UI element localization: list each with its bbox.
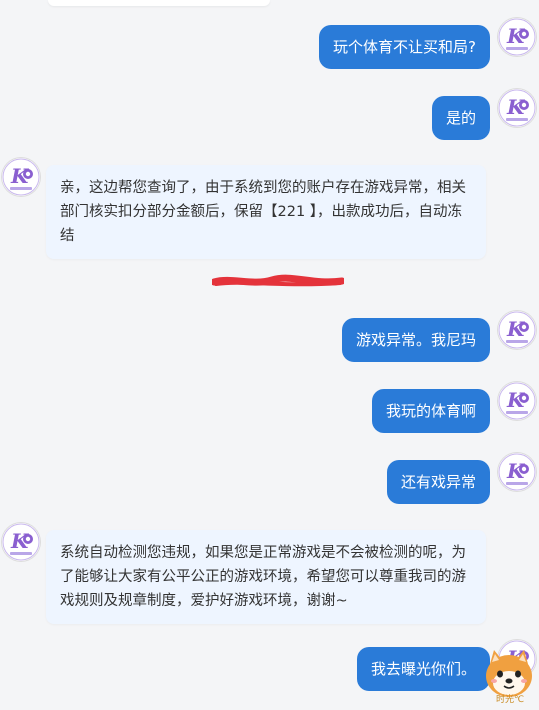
agent-avatar[interactable]: K (498, 18, 536, 56)
k-logo-icon: K (498, 382, 536, 420)
outgoing-message-bubble[interactable]: 我去曝光你们。 (356, 647, 490, 691)
outgoing-message-bubble[interactable]: 我玩的体育啊 (371, 389, 490, 433)
message-line: 戏规则及规章制度，爱护好游戏环境，谢谢~ (60, 593, 348, 609)
k-logo-icon: K (2, 523, 40, 561)
incoming-message-bubble[interactable]: 亲，这边帮您查询了，由于系统到您的账户存在游戏异常，相关 部门核实扣分部分金额后… (46, 165, 486, 259)
outgoing-message-bubble[interactable]: 是的 (431, 96, 490, 140)
message-text: 我玩的体育啊 (385, 402, 476, 420)
k-logo-icon: K (498, 453, 536, 491)
message-line: 亲，这边帮您查询了，由于系统到您的账户存在游戏异常，相关 (60, 180, 466, 196)
agent-avatar[interactable]: K (498, 311, 536, 349)
message-text: 游戏异常。我尼玛 (355, 331, 476, 349)
agent-avatar[interactable]: K (498, 453, 536, 491)
k-logo-icon: K (498, 18, 536, 56)
message-line: 部门核实扣分部分金额后，保留【221 】，出款成功后，自动冻 (60, 204, 463, 220)
message-text: 玩个体育不让买和局? (333, 38, 476, 56)
k-logo-icon: K (2, 158, 40, 196)
agent-avatar[interactable]: K (498, 382, 536, 420)
outgoing-message-bubble[interactable]: 游戏异常。我尼玛 (341, 318, 490, 362)
message-text: 我去曝光你们。 (370, 660, 476, 678)
redaction-scribble (212, 274, 344, 287)
k-logo-icon: K (498, 89, 536, 127)
k-logo-icon: K (498, 311, 536, 349)
message-text: 还有戏异常 (400, 473, 476, 491)
message-line: 了能够让大家有公平公正的游戏环境，希望您可以尊重我司的游 (60, 569, 466, 585)
message-line: 系统自动检测您违规，如果您是正常游戏是不会被检测的呢，为 (60, 545, 466, 561)
service-avatar[interactable]: K (2, 158, 40, 196)
agent-avatar[interactable]: K (498, 89, 536, 127)
outgoing-message-bubble[interactable]: 还有戏异常 (386, 460, 490, 504)
message-line: 结 (60, 228, 75, 244)
outgoing-message-bubble[interactable]: 玩个体育不让买和局? (319, 25, 490, 69)
sticker-caption: 时光℃ (495, 695, 525, 705)
message-text: 是的 (445, 109, 476, 127)
service-avatar[interactable]: K (2, 523, 40, 561)
previous-message-edge (48, 0, 270, 6)
incoming-message-bubble[interactable]: 系统自动检测您违规，如果您是正常游戏是不会被检测的呢，为 了能够让大家有公平公正… (46, 530, 486, 624)
